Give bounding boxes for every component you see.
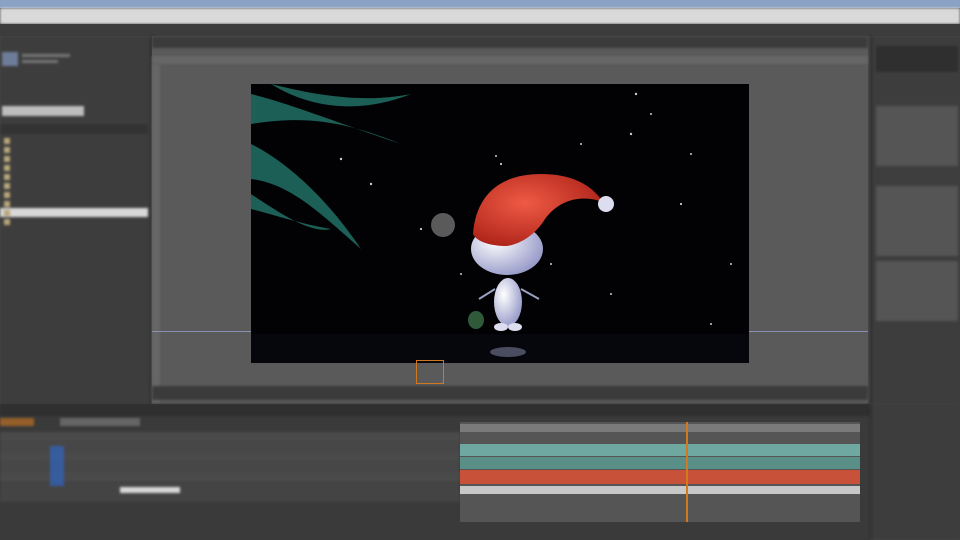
project-info-line — [22, 54, 70, 57]
project-item[interactable] — [0, 217, 148, 226]
layer-row[interactable] — [0, 462, 460, 471]
layer-row[interactable] — [0, 442, 460, 451]
layer-duration-bar[interactable] — [460, 444, 860, 456]
folder-icon — [4, 155, 10, 162]
character-panel — [876, 186, 958, 256]
layer-list — [0, 432, 460, 502]
paragraph-panel — [876, 261, 958, 321]
preview-panel — [876, 106, 958, 166]
viewer-controls-bar — [152, 386, 868, 400]
composition-icon — [4, 209, 10, 216]
timeline-panel — [0, 404, 870, 540]
timecode-display[interactable] — [0, 418, 34, 426]
folder-icon — [4, 146, 10, 153]
character-reflection — [490, 347, 526, 357]
project-item[interactable] — [0, 190, 148, 199]
window-title-bar — [0, 0, 960, 8]
layer-label-colors — [50, 446, 64, 486]
layer-row[interactable] — [0, 432, 460, 441]
ruler-horizontal — [152, 56, 868, 64]
tools-panel — [0, 24, 960, 36]
project-item[interactable] — [0, 199, 148, 208]
timeline-tracks — [460, 422, 860, 522]
layer-duration-bar[interactable] — [460, 457, 860, 469]
right-panels — [870, 36, 960, 404]
info-panel — [876, 46, 958, 72]
layer-search-input[interactable] — [60, 418, 140, 426]
project-panel — [0, 36, 152, 404]
folder-icon — [4, 137, 10, 144]
layer-duration-bar[interactable] — [460, 486, 860, 494]
composition-icon — [4, 173, 10, 180]
project-item[interactable] — [0, 145, 148, 154]
layer-scrollbar[interactable] — [120, 487, 180, 493]
footage-icon — [4, 191, 10, 198]
project-column-header — [0, 124, 148, 134]
time-ruler[interactable] — [460, 424, 860, 432]
current-time-indicator[interactable] — [686, 422, 688, 522]
layer-row[interactable] — [0, 452, 460, 461]
viewer-tab-bar — [152, 36, 868, 48]
composition-frame[interactable] — [251, 84, 749, 363]
folder-icon — [4, 164, 10, 171]
footage-icon — [4, 200, 10, 207]
ruler-vertical — [152, 64, 160, 404]
menu-bar — [0, 8, 960, 24]
layer-duration-bar[interactable] — [460, 470, 860, 484]
region-of-interest-box[interactable] — [416, 360, 444, 384]
project-item[interactable] — [0, 181, 148, 190]
project-item[interactable] — [0, 163, 148, 172]
project-item[interactable] — [0, 172, 148, 181]
timeline-tab-bar — [0, 404, 870, 426]
render-preview — [251, 84, 749, 363]
tracker-panel — [870, 404, 960, 540]
project-item-selected[interactable] — [0, 208, 148, 217]
project-search-input[interactable] — [2, 106, 84, 116]
project-item-list — [0, 136, 148, 226]
project-info-line — [22, 60, 58, 63]
bokeh-flake — [431, 213, 455, 237]
project-item[interactable] — [0, 136, 148, 145]
project-thumbnail — [2, 52, 18, 66]
layer-row[interactable] — [0, 472, 460, 481]
footage-icon — [4, 218, 10, 225]
project-item[interactable] — [0, 154, 148, 163]
composition-icon — [4, 182, 10, 189]
